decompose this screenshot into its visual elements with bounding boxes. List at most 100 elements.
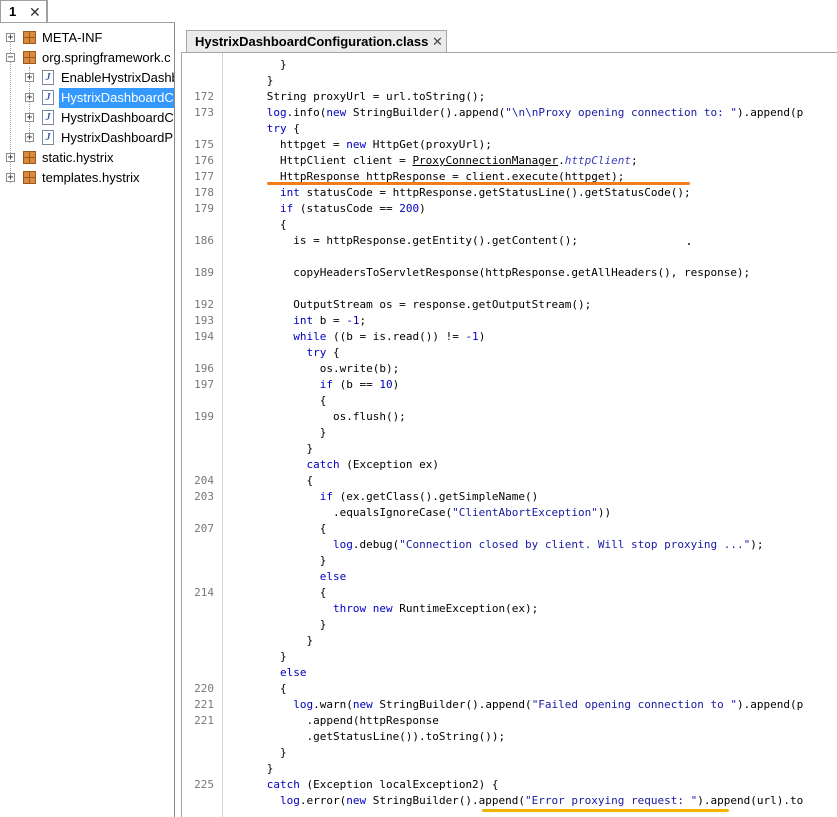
tree-item-static-hystrix[interactable]: + static.hystrix — [0, 148, 174, 168]
code-line[interactable]: } — [227, 441, 313, 457]
tree-item-meta-inf[interactable]: + META-INF — [0, 28, 174, 48]
code-line[interactable]: os.flush(); — [227, 409, 406, 425]
code-line[interactable]: catch (Exception localException2) { — [227, 777, 499, 793]
tree-item-label: templates.hystrix — [42, 170, 140, 185]
line-number: 207 — [194, 522, 214, 535]
expand-icon[interactable]: + — [25, 73, 34, 83]
tab-1[interactable]: 1 ✕ — [1, 1, 47, 23]
expand-icon[interactable]: + — [6, 33, 15, 43]
tree-item-templates-hystrix[interactable]: + templates.hystrix — [0, 168, 174, 188]
close-icon[interactable]: ✕ — [29, 1, 41, 23]
code-line[interactable]: int statusCode = httpResponse.getStatusL… — [227, 185, 691, 201]
code-line[interactable]: { — [227, 473, 313, 489]
code-line[interactable]: log.debug("Connection closed by client. … — [227, 537, 763, 553]
code-line[interactable]: } — [227, 425, 327, 441]
tree-item-hystrix-dashboard-c2[interactable]: + J HystrixDashboardC — [0, 108, 174, 128]
code-line[interactable]: } — [227, 761, 274, 777]
expand-icon[interactable]: + — [25, 133, 34, 143]
code-line[interactable]: if (statusCode == 200) — [227, 201, 426, 217]
line-number — [182, 121, 214, 137]
code-line[interactable]: { — [227, 585, 327, 601]
tree-item-label: META-INF — [42, 30, 103, 45]
code-line[interactable]: { — [227, 393, 327, 409]
line-number — [182, 345, 214, 361]
line-number — [182, 793, 214, 809]
tab-hystrix-dashboard-configuration[interactable]: HystrixDashboardConfiguration.class ✕ — [186, 30, 447, 52]
java-class-icon: J — [42, 130, 54, 145]
code-line[interactable]: os.write(b); — [227, 361, 399, 377]
code-line[interactable]: catch (Exception ex) — [227, 457, 438, 473]
code-line[interactable]: } — [227, 57, 287, 73]
code-line[interactable]: } — [227, 73, 274, 89]
code-editor[interactable]: 172 173 175 176 177 178 179 186 189 192 193 194 196 1… — [181, 52, 837, 817]
line-number: 192 — [194, 298, 214, 311]
code-line[interactable]: .getStatusLine()).toString()); — [227, 729, 505, 745]
tree-item-org-springframework[interactable]: − org.springframework.c — [0, 48, 174, 68]
close-icon[interactable]: ✕ — [432, 31, 443, 52]
code-line[interactable]: httpget = new HttpGet(proxyUrl); — [227, 137, 492, 153]
line-number: 203 — [194, 490, 214, 503]
tree-item-label: org.springframework.c — [42, 50, 171, 65]
line-number: 225 — [194, 778, 214, 791]
code-line[interactable]: HttpClient client = ProxyConnectionManag… — [227, 153, 638, 169]
code-line[interactable]: .append(httpResponse — [227, 713, 438, 729]
code-line[interactable]: } — [227, 633, 313, 649]
code-line[interactable]: else — [227, 665, 307, 681]
line-number: 196 — [194, 362, 214, 375]
line-number: 176 — [194, 154, 214, 167]
expand-icon[interactable]: + — [25, 113, 34, 123]
tree-item-enable-hystrix-dashboard[interactable]: + J EnableHystrixDashb — [0, 68, 174, 88]
line-number — [182, 393, 214, 409]
line-number — [182, 729, 214, 745]
collapse-icon[interactable]: − — [6, 53, 15, 63]
line-number: 173 — [194, 106, 214, 119]
line-number — [182, 441, 214, 457]
java-class-icon: J — [42, 90, 54, 105]
code-line[interactable]: { — [227, 217, 287, 233]
code-line[interactable]: try { — [227, 345, 339, 361]
code-line[interactable]: } — [227, 617, 327, 633]
code-line[interactable]: } — [227, 649, 287, 665]
tree-item-label-selected: HystrixDashboardC — [59, 88, 174, 108]
expand-icon[interactable]: + — [6, 153, 15, 163]
line-number: 199 — [194, 410, 214, 423]
code-line[interactable]: if (b == 10) — [227, 377, 399, 393]
code-line[interactable]: log.error(new StringBuilder().append("Er… — [227, 793, 803, 809]
expand-icon[interactable]: + — [6, 173, 15, 183]
line-number: 179 — [194, 202, 214, 215]
code-line[interactable]: throw new RuntimeException(ex); — [227, 601, 538, 617]
code-line[interactable]: { — [227, 681, 287, 697]
code-line[interactable]: while ((b = is.read()) != -1) — [227, 329, 485, 345]
code-line[interactable]: OutputStream os = response.getOutputStre… — [227, 297, 591, 313]
code-line[interactable]: { — [227, 521, 327, 537]
line-number: 186 — [194, 234, 214, 247]
line-number — [182, 761, 214, 777]
code-line[interactable]: log.info(new StringBuilder().append("\n\… — [227, 105, 803, 121]
line-number-gutter: 172 173 175 176 177 178 179 186 189 192 193 194 196 1… — [182, 53, 223, 817]
code-line[interactable]: String proxyUrl = url.toString(); — [227, 89, 486, 105]
code-line[interactable]: log.warn(new StringBuilder().append("Fai… — [227, 697, 803, 713]
code-line[interactable]: if (ex.getClass().getSimpleName() — [227, 489, 539, 505]
tree-item-hystrix-dashboard-configuration[interactable]: + J HystrixDashboardC — [0, 88, 174, 108]
line-number — [182, 457, 214, 473]
code-line[interactable]: is = httpResponse.getEntity().getContent… — [227, 233, 578, 249]
expand-icon[interactable]: + — [25, 93, 34, 103]
code-line[interactable]: try { — [227, 121, 300, 137]
line-number — [182, 665, 214, 681]
line-number — [182, 281, 214, 297]
orange-underline-annotation — [267, 182, 690, 185]
code-line[interactable]: } — [227, 745, 287, 761]
line-number — [182, 73, 214, 89]
code-line[interactable]: int b = -1; — [227, 313, 366, 329]
code-line[interactable]: .equalsIgnoreCase("ClientAbortException"… — [227, 505, 611, 521]
line-number: 189 — [194, 266, 214, 279]
line-number: 175 — [194, 138, 214, 151]
code-line[interactable]: } — [227, 553, 327, 569]
line-number — [182, 649, 214, 665]
code-line[interactable]: else — [227, 569, 347, 585]
line-number — [182, 505, 214, 521]
package-tree: + META-INF − org.springframework.c + J E… — [0, 22, 175, 817]
tree-item-hystrix-dashboard-p[interactable]: + J HystrixDashboardP — [0, 128, 174, 148]
line-number — [182, 745, 214, 761]
code-line[interactable]: copyHeadersToServletResponse(httpRespons… — [227, 265, 750, 281]
